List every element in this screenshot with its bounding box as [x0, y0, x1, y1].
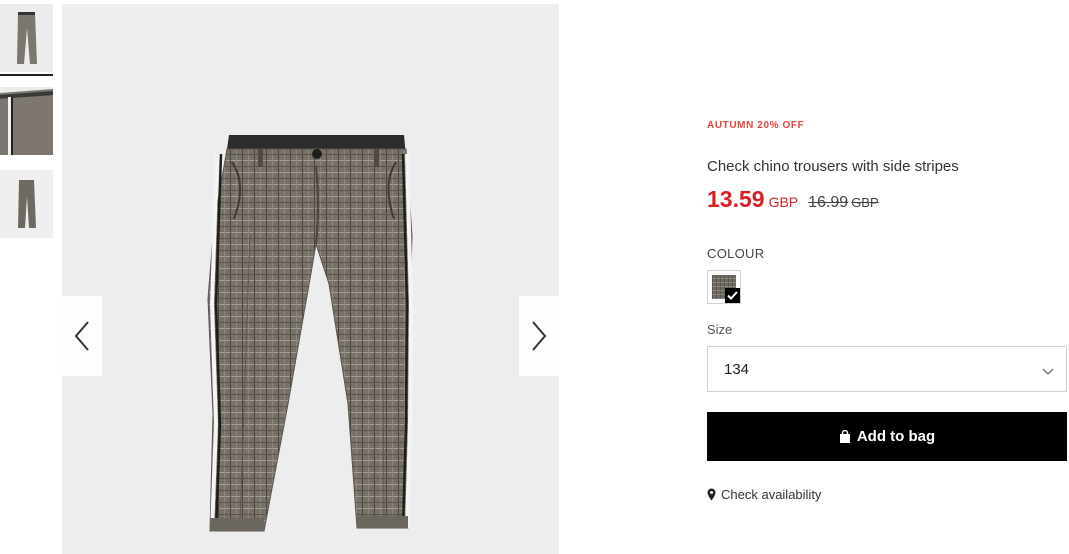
original-price-currency: GBP — [851, 195, 879, 210]
price-row: 13.59 GBP 16.99 GBP — [707, 186, 879, 213]
colour-label: COLOUR — [707, 246, 765, 261]
add-to-bag-label: Add to bag — [856, 428, 936, 445]
chevron-down-icon — [1042, 363, 1054, 381]
colour-swatch-check[interactable] — [707, 270, 741, 304]
thumbnail-side-detail[interactable] — [0, 87, 53, 155]
original-price: 16.99 — [808, 194, 849, 211]
trousers-image — [62, 4, 559, 554]
check-availability-link[interactable]: Check availability — [707, 487, 821, 502]
product-title: Check chino trousers with side stripes — [707, 158, 959, 175]
previous-image-button[interactable] — [62, 296, 102, 376]
thumbnail-selected-indicator — [0, 74, 53, 76]
next-image-button[interactable] — [519, 296, 559, 376]
check-availability-label: Check availability — [721, 487, 822, 502]
promo-label: AUTUMN 20% OFF — [707, 120, 805, 131]
main-product-image — [62, 4, 559, 554]
check-icon — [725, 288, 740, 303]
shopping-bag-icon — [839, 430, 851, 443]
map-pin-icon — [707, 488, 716, 501]
thumbnail-back[interactable] — [0, 170, 53, 238]
thumbnail-front[interactable] — [0, 4, 53, 72]
current-price-currency: GBP — [768, 194, 799, 210]
chevron-right-icon — [532, 321, 547, 351]
add-to-bag-button[interactable]: Add to bag — [707, 412, 1067, 461]
chevron-left-icon — [74, 321, 89, 351]
current-price: 13.59 — [707, 186, 765, 212]
trousers-back-thumbnail-image — [0, 170, 53, 238]
size-selected-value: 134 — [724, 361, 750, 378]
trousers-front-thumbnail-image — [0, 4, 53, 72]
trousers-detail-thumbnail-image — [0, 87, 53, 155]
size-select[interactable]: 134 — [707, 346, 1067, 392]
size-label: Size — [707, 322, 733, 337]
